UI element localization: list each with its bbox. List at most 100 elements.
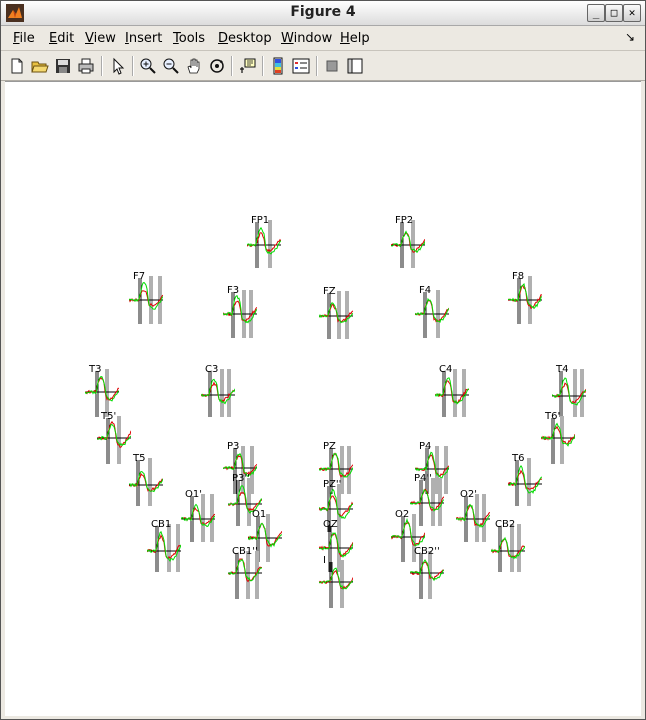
channel-plot-fz[interactable]: FZ xyxy=(319,287,353,343)
channel-plot-f7[interactable]: F7 xyxy=(129,272,163,328)
zoom-in-icon[interactable] xyxy=(138,56,158,76)
toolbar-separator xyxy=(262,56,264,76)
channel-plot-t5[interactable]: T5 xyxy=(129,454,163,510)
menu-view[interactable]: View xyxy=(85,31,116,46)
channel-label: T6' xyxy=(545,411,561,422)
significance-bar xyxy=(431,478,435,526)
channel-label: CB1'' xyxy=(232,546,258,557)
channel-label: F4 xyxy=(419,285,432,296)
print-figure-icon[interactable] xyxy=(76,56,96,76)
trace-condition-a xyxy=(410,559,444,582)
channel-label: F8 xyxy=(512,271,525,282)
channel-label: P4'' xyxy=(414,473,432,484)
trace-condition-b xyxy=(541,425,575,445)
close-button[interactable]: ✕ xyxy=(623,4,641,22)
significance-bar xyxy=(411,220,415,268)
channel-plot-t6p[interactable]: T6' xyxy=(541,412,575,468)
significance-bar xyxy=(573,369,577,417)
toolbar-separator xyxy=(101,56,103,76)
toolbar-separator xyxy=(231,56,233,76)
channel-label: O2' xyxy=(460,489,477,500)
channel-plot-i[interactable]: I xyxy=(319,556,353,612)
menu-desktop[interactable]: Desktop xyxy=(218,31,272,46)
channel-plot-cb2[interactable]: CB2 xyxy=(491,520,525,576)
open-file-icon[interactable] xyxy=(30,56,50,76)
channel-label: I xyxy=(323,555,326,566)
channel-plot-cb2pp[interactable]: CB2'' xyxy=(410,547,444,603)
menu-help[interactable]: Help xyxy=(340,31,370,46)
significance-bar xyxy=(517,524,521,572)
channel-plot-o2p[interactable]: O2' xyxy=(456,490,490,546)
trace-condition-a xyxy=(129,281,163,310)
rotate-3d-icon[interactable] xyxy=(207,56,227,76)
hide-plot-tools-icon[interactable] xyxy=(322,56,342,76)
channel-label: FP2 xyxy=(395,215,414,226)
data-cursor-icon[interactable] xyxy=(237,56,257,76)
figure-window: Figure 4 _ □ ✕ ↘ File Edit View Insert Tools… xyxy=(0,0,646,720)
trace-condition-a xyxy=(248,522,282,548)
menu-window[interactable]: Window xyxy=(281,31,332,46)
save-figure-icon[interactable] xyxy=(53,56,73,76)
channel-label: FP1 xyxy=(251,215,270,226)
trace-condition-a xyxy=(97,423,131,447)
trace-condition-b xyxy=(85,377,119,401)
minimize-button[interactable]: _ xyxy=(587,4,605,22)
channel-plot-t6[interactable]: T6 xyxy=(508,454,542,510)
channel-plot-f3[interactable]: F3 xyxy=(223,286,257,342)
channel-label: T4 xyxy=(556,364,569,375)
channel-plot-f4[interactable]: F4 xyxy=(415,286,449,342)
pan-hand-icon[interactable] xyxy=(184,56,204,76)
edit-plot-arrow-icon[interactable] xyxy=(108,56,128,76)
insert-legend-icon[interactable] xyxy=(291,56,311,76)
channel-label: CB2 xyxy=(495,519,516,530)
toolbar-separator xyxy=(132,56,134,76)
maximize-button[interactable]: □ xyxy=(605,4,623,22)
significance-bar xyxy=(201,494,205,542)
insert-colorbar-icon[interactable] xyxy=(268,56,288,76)
trace-condition-b xyxy=(248,522,282,547)
channel-plot-fp2[interactable]: FP2 xyxy=(391,216,425,272)
significance-bar xyxy=(220,369,224,417)
figure-canvas[interactable]: FP1 FP2 F7 F3 FZ F4 F8 T3 C3 C4 T4 T5' T6' T5 P3 PZ P4 T6… xyxy=(5,81,641,716)
menu-bar: ↘ File Edit View Insert Tools Desktop Window He… xyxy=(1,26,645,51)
channel-plot-cb1pp[interactable]: CB1'' xyxy=(228,547,262,603)
channel-label: P4 xyxy=(419,441,432,452)
channel-label: P3 xyxy=(227,441,240,452)
channel-plot-c4[interactable]: C4 xyxy=(435,365,469,421)
channel-label: O2 xyxy=(395,509,410,520)
channel-plot-f8[interactable]: F8 xyxy=(508,272,542,328)
channel-plot-o1p[interactable]: O1' xyxy=(181,490,215,546)
trace-condition-a xyxy=(415,297,449,323)
significance-bar xyxy=(453,369,457,417)
channel-label: T6 xyxy=(512,453,525,464)
menu-file[interactable]: File xyxy=(13,31,35,46)
significance-bar xyxy=(148,458,152,506)
significance-bar xyxy=(167,524,171,572)
trace-condition-a xyxy=(319,532,353,558)
menu-tools[interactable]: Tools xyxy=(173,31,205,46)
channel-plot-c3[interactable]: C3 xyxy=(201,365,235,421)
significance-bar xyxy=(475,494,479,542)
channel-plot-cb1[interactable]: CB1 xyxy=(147,520,181,576)
title-bar[interactable]: Figure 4 _ □ ✕ xyxy=(1,1,645,26)
zoom-out-icon[interactable] xyxy=(161,56,181,76)
menu-insert[interactable]: Insert xyxy=(125,31,162,46)
show-plot-tools-icon[interactable] xyxy=(345,56,365,76)
menu-edit[interactable]: Edit xyxy=(49,31,74,46)
channel-plot-t5p[interactable]: T5' xyxy=(97,412,131,468)
significance-bar xyxy=(510,524,514,572)
channel-label: T5' xyxy=(101,411,117,422)
new-figure-icon[interactable] xyxy=(7,56,27,76)
trace-condition-a xyxy=(508,282,542,310)
channel-label: PZ xyxy=(323,441,336,452)
dock-arrow-icon[interactable]: ↘ xyxy=(625,30,635,44)
channel-label: O1' xyxy=(185,489,202,500)
figure-toolbar xyxy=(1,51,645,81)
channel-label: C4 xyxy=(439,364,453,375)
channel-plot-fp1[interactable]: FP1 xyxy=(247,216,281,272)
trace-condition-a xyxy=(85,376,119,402)
channel-label: F7 xyxy=(133,271,146,282)
significance-bar xyxy=(527,458,531,506)
channel-label: CB1 xyxy=(151,519,172,530)
window-title: Figure 4 xyxy=(290,4,356,20)
